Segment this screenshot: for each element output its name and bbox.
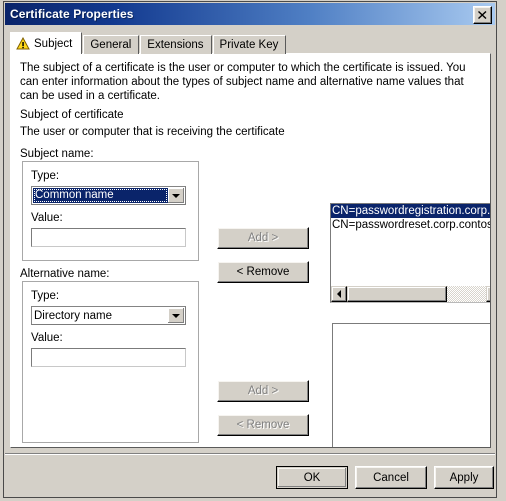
title-bar[interactable]: Certificate Properties [5,3,495,25]
subject-value-input[interactable] [31,228,186,247]
alternative-remove-button[interactable]: < Remove [217,414,309,436]
subject-type-combo-value: Common name [33,188,168,203]
alt-value-label: Value: [31,332,63,344]
alt-value-input[interactable] [31,348,186,367]
subject-name-group: Type: Common name Value: [22,161,199,261]
close-icon[interactable] [473,6,492,24]
chevron-down-icon[interactable] [168,188,184,203]
alt-type-combo-value: Directory name [34,309,112,322]
alternative-name-group: Type: Directory name Value: [22,281,199,443]
warning-triangle-icon [16,36,30,50]
tab-extensions-label: Extensions [147,39,204,51]
subject-name-group-label: Subject name: [20,148,94,160]
list-item[interactable]: CN=passwordregistration.corp.co [331,204,490,218]
apply-button[interactable]: Apply [434,466,494,489]
tab-extensions[interactable]: Extensions [140,35,212,54]
tab-page-subject: The subject of a certificate is the user… [10,53,491,448]
subject-name-listbox[interactable]: CN=passwordregistration.corp.co CN=passw… [330,203,490,303]
scrollbar-track[interactable] [347,286,486,302]
tab-general-label: General [90,39,132,51]
alt-type-combo[interactable]: Directory name [31,306,186,325]
tab-page-inner: The subject of a certificate is the user… [11,54,490,447]
cancel-button[interactable]: Cancel [355,466,427,489]
scrollbar-thumb[interactable] [347,286,448,302]
ok-button[interactable]: OK [276,466,348,489]
subject-value-label: Value: [31,212,63,224]
footer-separator [5,453,495,455]
subject-add-button[interactable]: Add > [217,227,309,249]
window-title: Certificate Properties [10,7,134,21]
subject-remove-button[interactable]: < Remove [217,261,309,283]
alternative-name-group-label: Alternative name: [20,268,110,280]
tab-private-key[interactable]: Private Key [212,35,287,54]
intro-paragraph: The subject of a certificate is the user… [20,62,466,102]
tab-strip: Subject General Extensions Private Key [10,32,287,54]
subject-type-label: Type: [31,170,60,182]
alternative-add-button[interactable]: Add > [217,380,309,402]
tab-subject-label: Subject [34,37,73,50]
alternative-name-listbox[interactable] [332,323,490,447]
certificate-properties-dialog: Certificate Properties Subject General E… [3,1,497,498]
tab-subject[interactable]: Subject [10,32,83,54]
list-item[interactable]: CN=passwordreset.corp.contoso. [331,218,490,232]
scroll-right-icon[interactable] [486,286,490,302]
scroll-left-icon[interactable] [331,286,347,302]
subject-of-certificate-heading: Subject of certificate [20,109,124,121]
subject-of-certificate-description: The user or computer that is receiving t… [20,126,285,138]
desktop-background: Certificate Properties Subject General E… [0,0,506,501]
alt-type-label: Type: [31,290,60,302]
tab-private-key-label: Private Key [219,39,279,51]
horizontal-scrollbar[interactable] [331,285,490,302]
tab-general[interactable]: General [83,35,140,54]
chevron-down-icon[interactable] [168,308,184,323]
subject-type-combo[interactable]: Common name [31,186,186,205]
